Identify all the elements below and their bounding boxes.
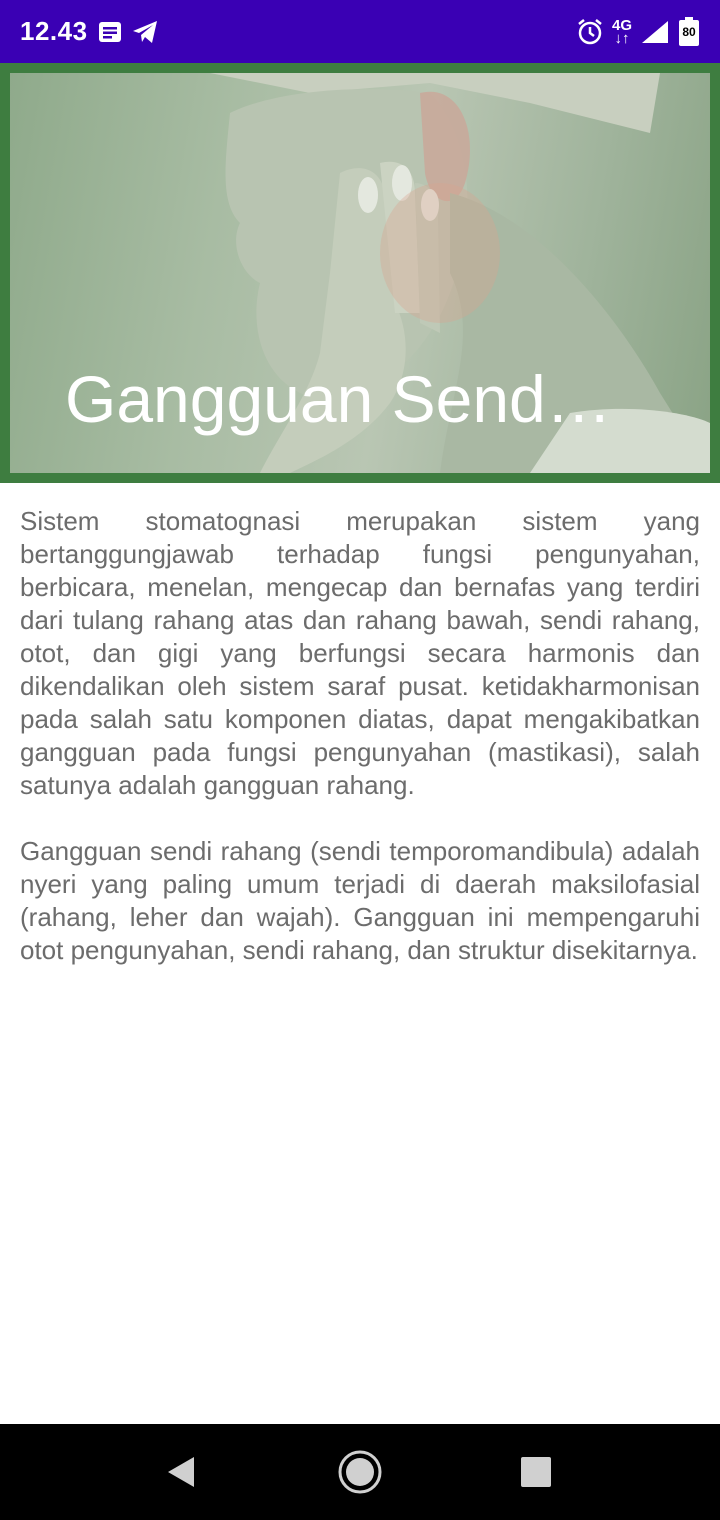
home-icon [337,1449,383,1495]
navigation-bar [0,1424,720,1520]
signal-icon [640,19,670,45]
status-right: 4G ↓↑ 80 [576,16,700,47]
article-paragraph-1: Sistem stomatognasi merupakan sistem yan… [20,506,700,800]
network-arrows-icon: 4G ↓↑ [611,16,632,47]
telegram-icon [132,20,158,44]
battery-icon: 80 [678,16,700,47]
header-banner: Gangguan Sendi Rahang [0,63,720,483]
back-button[interactable] [154,1446,210,1498]
status-bar: 12.43 4G ↓↑ 80 [0,0,720,63]
article-content: Sistem stomatognasi merupakan sistem yan… [20,505,700,1000]
home-button[interactable] [332,1446,388,1498]
header-title: Gangguan Sendi Rahang [65,362,625,436]
back-icon [166,1455,198,1489]
notes-icon [98,21,122,43]
recents-button[interactable] [508,1446,564,1498]
recents-icon [520,1456,552,1488]
alarm-icon [576,18,604,46]
status-left: 12.43 [20,16,158,47]
article-paragraph-2: Gangguan sendi rahang (sendi temporomand… [20,836,700,965]
status-time: 12.43 [20,16,88,46]
header-image: Gangguan Sendi Rahang [10,73,710,473]
battery-level: 80 [682,24,696,39]
